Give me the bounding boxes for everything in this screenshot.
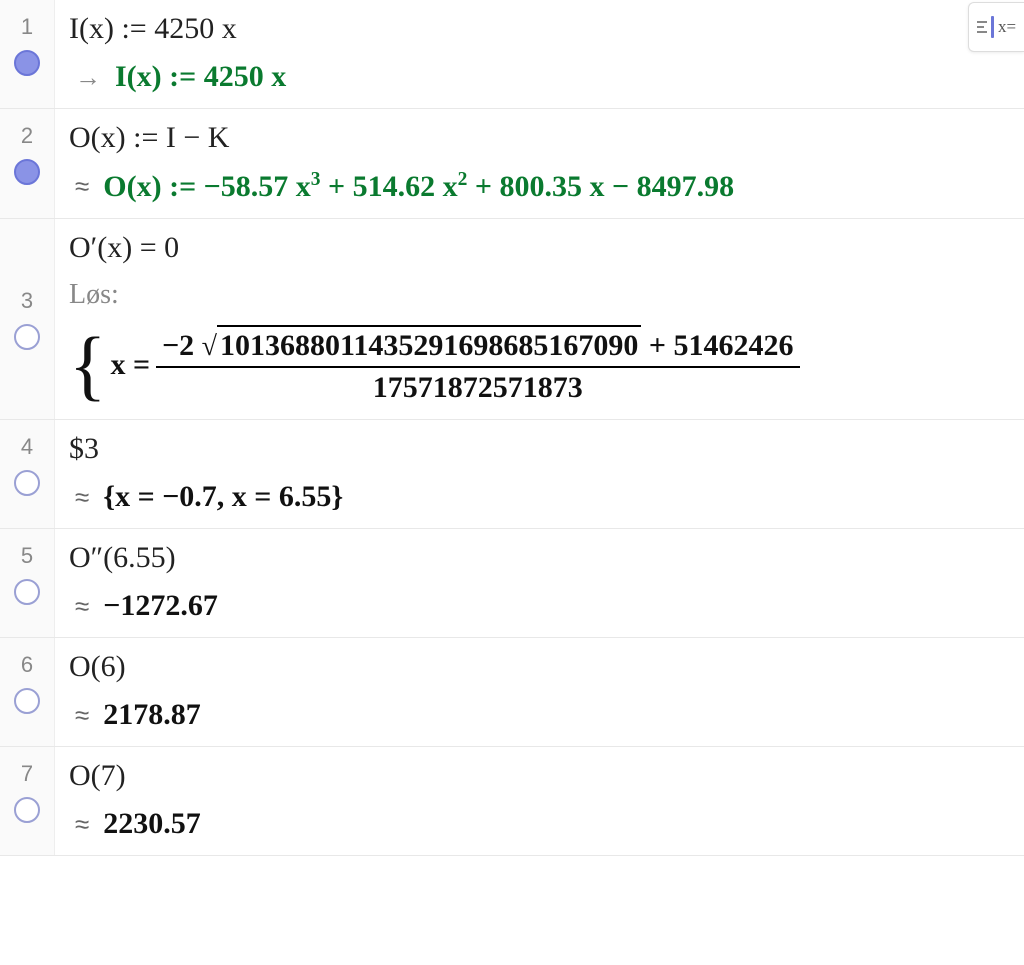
cas-rows: 1 I(x) := 4250 x → I(x) := 4250 x 2 O(x)… bbox=[0, 0, 1024, 856]
row-gutter[interactable]: 4 bbox=[0, 420, 55, 528]
cas-row: 5 O″(6.55) ≈ −1272.67 bbox=[0, 529, 1024, 638]
list-icon bbox=[977, 21, 987, 33]
solution-lhs: x = bbox=[110, 348, 150, 382]
output-line: ≈ 2178.87 bbox=[69, 698, 1008, 732]
visibility-marker[interactable] bbox=[14, 50, 40, 76]
input-expression[interactable]: O′(x) = 0 bbox=[69, 231, 1008, 265]
cas-row: 7 O(7) ≈ 2230.57 bbox=[0, 747, 1024, 856]
visibility-marker[interactable] bbox=[14, 470, 40, 496]
approx-icon: ≈ bbox=[69, 809, 89, 840]
approx-icon: ≈ bbox=[69, 171, 89, 202]
output-expression: O(x) := −58.57 x3 + 514.62 x2 + 800.35 x… bbox=[103, 169, 734, 204]
cas-row: 3 O′(x) = 0 Løs: { x = −2 √1013688011435… bbox=[0, 219, 1024, 420]
arrow-icon: → bbox=[69, 62, 101, 93]
input-expression[interactable]: I(x) := 4250 x bbox=[69, 12, 1008, 46]
sqrt: √10136880114352916986851670​90 bbox=[202, 325, 642, 363]
cas-row: 6 O(6) ≈ 2178.87 bbox=[0, 638, 1024, 747]
output-expression: I(x) := 4250 x bbox=[115, 60, 286, 94]
approx-icon: ≈ bbox=[69, 591, 89, 622]
row-content[interactable]: I(x) := 4250 x → I(x) := 4250 x bbox=[55, 0, 1024, 108]
keyboard-toggle-button[interactable]: x= bbox=[968, 2, 1024, 52]
line-number: 2 bbox=[21, 123, 33, 149]
num-post: + 51462426 bbox=[641, 329, 793, 362]
cas-row: 4 $3 ≈ {x = −0.7, x = 6.55} bbox=[0, 420, 1024, 529]
row-gutter[interactable]: 3 bbox=[0, 219, 55, 419]
visibility-marker[interactable] bbox=[14, 579, 40, 605]
left-brace-icon: { bbox=[69, 335, 106, 395]
row-content[interactable]: $3 ≈ {x = −0.7, x = 6.55} bbox=[55, 420, 1024, 528]
line-number: 7 bbox=[21, 761, 33, 787]
output-line: → I(x) := 4250 x bbox=[69, 60, 1008, 94]
row-content[interactable]: O′(x) = 0 Løs: { x = −2 √101368801143529… bbox=[55, 219, 1024, 419]
output-line: ≈ {x = −0.7, x = 6.55} bbox=[69, 480, 1008, 514]
line-number: 3 bbox=[21, 288, 33, 314]
line-number: 6 bbox=[21, 652, 33, 678]
output-expression: 2178.87 bbox=[103, 698, 201, 732]
row-content[interactable]: O(x) := I − K ≈ O(x) := −58.57 x3 + 514.… bbox=[55, 109, 1024, 218]
sqrt-icon: √ bbox=[202, 331, 217, 363]
approx-icon: ≈ bbox=[69, 482, 89, 513]
num-pre: −2 bbox=[162, 329, 202, 362]
row-content[interactable]: O(7) ≈ 2230.57 bbox=[55, 747, 1024, 855]
visibility-marker[interactable] bbox=[14, 324, 40, 350]
input-expression[interactable]: O(7) bbox=[69, 759, 1008, 793]
input-expression[interactable]: O(6) bbox=[69, 650, 1008, 684]
fraction-denominator: 17571872571873 bbox=[373, 368, 583, 405]
output-expression: −1272.67 bbox=[103, 589, 218, 623]
keyboard-eq-label: x= bbox=[998, 17, 1016, 37]
output-expression: { x = −2 √10136880114352916986851670​90 … bbox=[69, 325, 1008, 405]
cursor-icon bbox=[991, 16, 994, 38]
output-expression: 2230.57 bbox=[103, 807, 201, 841]
line-number: 1 bbox=[21, 14, 33, 40]
sqrt-body: 10136880114352916986851670​90 bbox=[217, 325, 641, 363]
row-gutter[interactable]: 5 bbox=[0, 529, 55, 637]
row-gutter[interactable]: 7 bbox=[0, 747, 55, 855]
output-line: ≈ O(x) := −58.57 x3 + 514.62 x2 + 800.35… bbox=[69, 169, 1008, 204]
visibility-marker[interactable] bbox=[14, 159, 40, 185]
output-line: ≈ −1272.67 bbox=[69, 589, 1008, 623]
visibility-marker[interactable] bbox=[14, 688, 40, 714]
approx-icon: ≈ bbox=[69, 700, 89, 731]
visibility-marker[interactable] bbox=[14, 797, 40, 823]
output-expression: {x = −0.7, x = 6.55} bbox=[103, 480, 343, 514]
row-content[interactable]: O″(6.55) ≈ −1272.67 bbox=[55, 529, 1024, 637]
line-number: 5 bbox=[21, 543, 33, 569]
row-gutter[interactable]: 1 bbox=[0, 0, 55, 108]
row-gutter[interactable]: 2 bbox=[0, 109, 55, 218]
row-gutter[interactable]: 6 bbox=[0, 638, 55, 746]
cas-row: 1 I(x) := 4250 x → I(x) := 4250 x bbox=[0, 0, 1024, 109]
row-content[interactable]: O(6) ≈ 2178.87 bbox=[55, 638, 1024, 746]
input-expression[interactable]: O(x) := I − K bbox=[69, 121, 1008, 155]
fraction: −2 √10136880114352916986851670​90 + 5146… bbox=[156, 325, 799, 405]
input-expression[interactable]: $3 bbox=[69, 432, 1008, 466]
solve-label: Løs: bbox=[69, 279, 1008, 311]
output-line: ≈ 2230.57 bbox=[69, 807, 1008, 841]
fraction-numerator: −2 √10136880114352916986851670​90 + 5146… bbox=[156, 325, 799, 368]
cas-row: 2 O(x) := I − K ≈ O(x) := −58.57 x3 + 51… bbox=[0, 109, 1024, 219]
input-expression[interactable]: O″(6.55) bbox=[69, 541, 1008, 575]
line-number: 4 bbox=[21, 434, 33, 460]
